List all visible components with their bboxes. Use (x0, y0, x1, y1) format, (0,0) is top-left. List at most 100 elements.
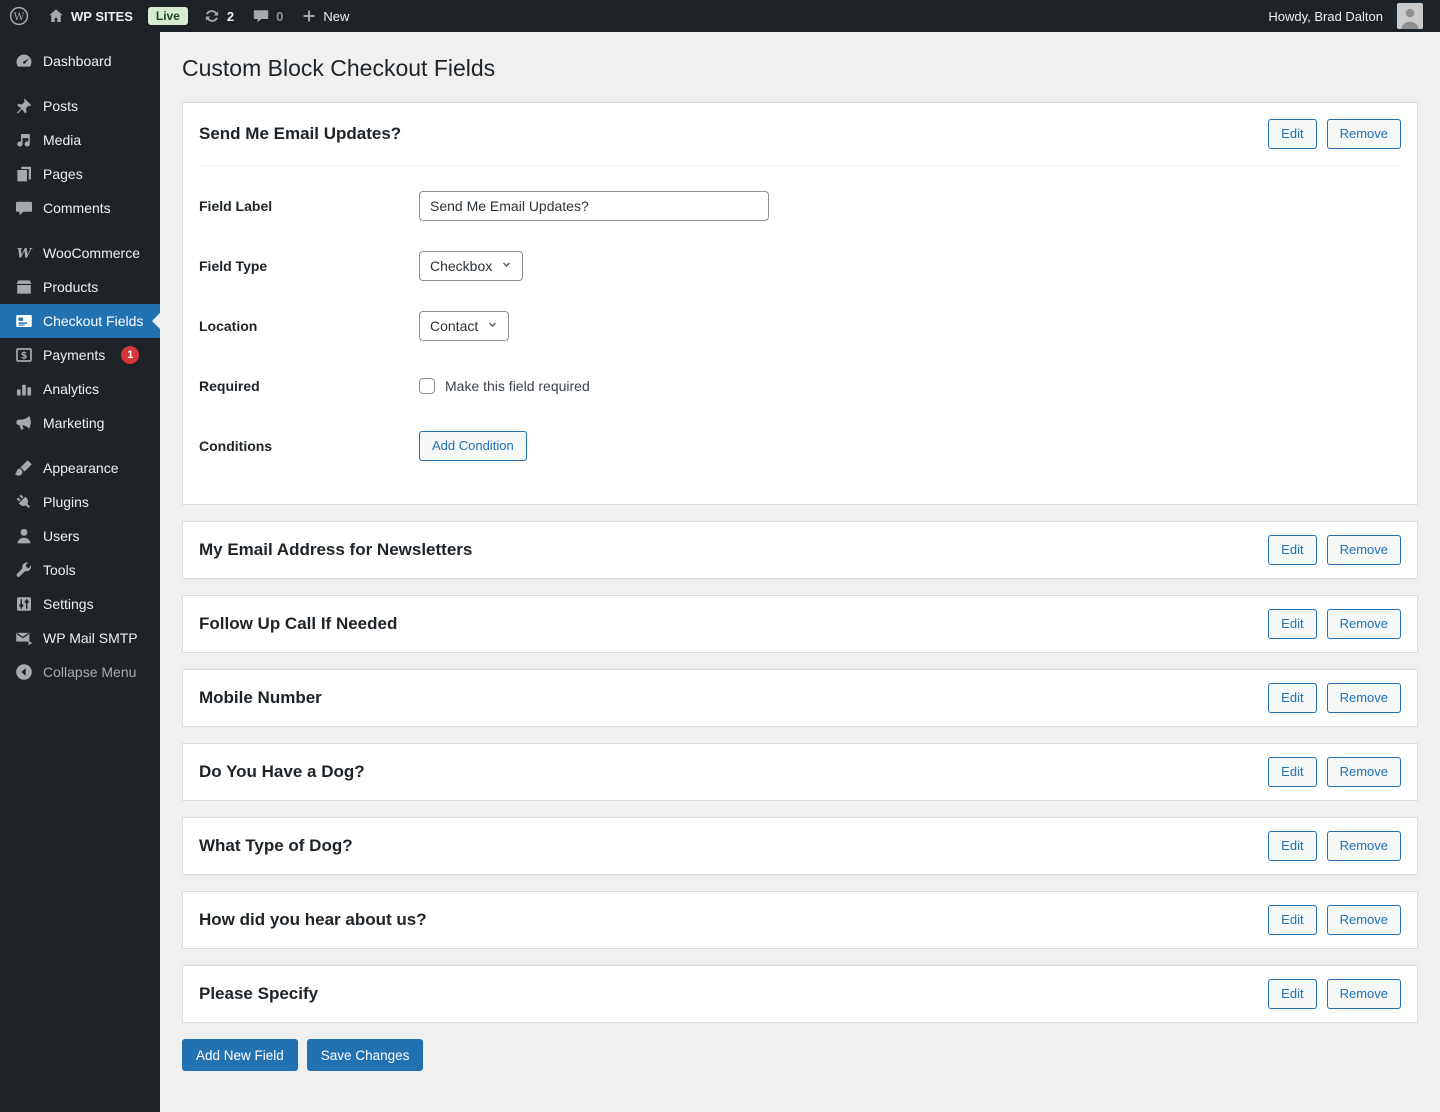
sidebar-item-comments[interactable]: Comments (0, 191, 160, 225)
field-panel-title: Do You Have a Dog? (199, 762, 365, 781)
edit-button[interactable]: Edit (1268, 119, 1317, 149)
location-select[interactable]: Contact (419, 311, 510, 341)
sidebar-item-label: Settings (43, 596, 94, 612)
box-icon (14, 277, 34, 297)
comment-bubble-icon (252, 7, 270, 25)
brush-icon (14, 458, 34, 478)
sidebar-item-settings[interactable]: Settings (0, 587, 160, 621)
required-checkbox-label: Make this field required (445, 378, 590, 394)
sliders-icon (14, 594, 34, 614)
wordpress-logo-button[interactable]: W (0, 0, 38, 32)
sidebar-item-label: Comments (43, 200, 111, 216)
sidebar-item-label: Plugins (43, 494, 89, 510)
sidebar-item-payments[interactable]: $ Payments 1 (0, 338, 160, 372)
sidebar-item-label: Marketing (43, 415, 105, 431)
field-panel: Please Specify Edit Remove (182, 965, 1418, 1023)
add-new-field-button[interactable]: Add New Field (182, 1039, 298, 1071)
location-value: Contact (430, 318, 479, 334)
remove-button[interactable]: Remove (1326, 757, 1401, 787)
field-panel-expanded: Send Me Email Updates? Edit Remove Field… (182, 102, 1418, 505)
sidebar-item-collapse-menu[interactable]: Collapse Menu (0, 655, 160, 689)
bar-chart-icon (14, 379, 34, 399)
field-panel: Follow Up Call If Needed Edit Remove (182, 595, 1418, 653)
comments-button[interactable]: 0 (243, 0, 292, 32)
edit-button[interactable]: Edit (1268, 979, 1317, 1009)
sidebar-item-media[interactable]: Media (0, 123, 160, 157)
sidebar-item-dashboard[interactable]: Dashboard (0, 44, 160, 78)
field-label-label: Field Label (199, 198, 273, 214)
remove-button[interactable]: Remove (1326, 535, 1401, 565)
location-label: Location (199, 318, 258, 334)
remove-button[interactable]: Remove (1326, 979, 1401, 1009)
edit-button[interactable]: Edit (1268, 905, 1317, 935)
field-type-label: Field Type (199, 258, 268, 274)
conditions-label: Conditions (199, 438, 273, 454)
music-note-icon (14, 130, 34, 150)
sidebar-item-appearance[interactable]: Appearance (0, 451, 160, 485)
field-panel: What Type of Dog? Edit Remove (182, 817, 1418, 875)
add-condition-button[interactable]: Add Condition (419, 431, 527, 461)
megaphone-icon (14, 413, 34, 433)
sidebar-item-analytics[interactable]: Analytics (0, 372, 160, 406)
sidebar-item-label: WooCommerce (43, 245, 140, 261)
woocommerce-icon: W (14, 243, 34, 263)
sidebar-item-label: Collapse Menu (43, 664, 137, 680)
sidebar-item-label: Users (43, 528, 80, 544)
required-checkbox[interactable] (419, 378, 435, 394)
account-menu[interactable]: Howdy, Brad Dalton (1251, 0, 1440, 32)
comment-icon (14, 198, 34, 218)
checkout-fields-icon (14, 311, 34, 331)
sidebar-item-checkout-fields[interactable]: Checkout Fields (0, 304, 160, 338)
sidebar-item-users[interactable]: Users (0, 519, 160, 553)
dashboard-icon (14, 51, 34, 71)
sidebar-item-wp-mail-smtp[interactable]: WP Mail SMTP (0, 621, 160, 655)
edit-button[interactable]: Edit (1268, 757, 1317, 787)
remove-button[interactable]: Remove (1326, 119, 1401, 149)
sidebar-item-tools[interactable]: Tools (0, 553, 160, 587)
sidebar-item-posts[interactable]: Posts (0, 89, 160, 123)
field-panel: My Email Address for Newsletters Edit Re… (182, 521, 1418, 579)
sidebar-item-label: Posts (43, 98, 79, 114)
field-panel-title: My Email Address for Newsletters (199, 540, 473, 559)
edit-button[interactable]: Edit (1268, 535, 1317, 565)
plus-icon (301, 8, 317, 24)
sidebar-item-woocommerce[interactable]: W WooCommerce (0, 236, 160, 270)
sidebar-item-plugins[interactable]: Plugins (0, 485, 160, 519)
sidebar-item-products[interactable]: Products (0, 270, 160, 304)
new-label: New (323, 8, 350, 24)
remove-button[interactable]: Remove (1326, 683, 1401, 713)
sidebar-item-marketing[interactable]: Marketing (0, 406, 160, 440)
sidebar-item-label: Dashboard (43, 53, 112, 69)
edit-button[interactable]: Edit (1268, 683, 1317, 713)
field-panel-title: Follow Up Call If Needed (199, 614, 398, 633)
site-name-link[interactable]: WP SITES (38, 0, 142, 32)
field-label-input[interactable] (419, 191, 769, 221)
pin-icon (14, 96, 34, 116)
sidebar-item-pages[interactable]: Pages (0, 157, 160, 191)
updates-count: 2 (226, 8, 235, 24)
chevron-down-icon (499, 257, 514, 275)
admin-bar: W WP SITES Live 2 0 New Howdy, Brad Dalt… (0, 0, 1440, 32)
field-type-value: Checkbox (430, 258, 493, 274)
user-icon (14, 526, 34, 546)
field-panel-title: How did you hear about us? (199, 910, 427, 929)
remove-button[interactable]: Remove (1326, 905, 1401, 935)
wrench-icon (14, 560, 34, 580)
svg-text:$: $ (21, 351, 28, 362)
updates-button[interactable]: 2 (194, 0, 243, 32)
field-type-select[interactable]: Checkbox (419, 251, 524, 281)
edit-button[interactable]: Edit (1268, 609, 1317, 639)
wordpress-logo-icon: W (9, 6, 29, 26)
field-panel-title: What Type of Dog? (199, 836, 353, 855)
edit-button[interactable]: Edit (1268, 831, 1317, 861)
remove-button[interactable]: Remove (1326, 831, 1401, 861)
new-content-button[interactable]: New (292, 0, 358, 32)
sidebar-item-label: Tools (43, 562, 76, 578)
field-panel-title: Send Me Email Updates? (199, 124, 402, 143)
admin-sidebar: Dashboard Posts Media Pages Comments W W… (0, 32, 160, 1112)
svg-text:W: W (17, 247, 33, 262)
payments-icon: $ (14, 345, 34, 365)
save-changes-button[interactable]: Save Changes (306, 1039, 424, 1071)
remove-button[interactable]: Remove (1326, 609, 1401, 639)
sidebar-item-label: Payments (43, 347, 106, 363)
